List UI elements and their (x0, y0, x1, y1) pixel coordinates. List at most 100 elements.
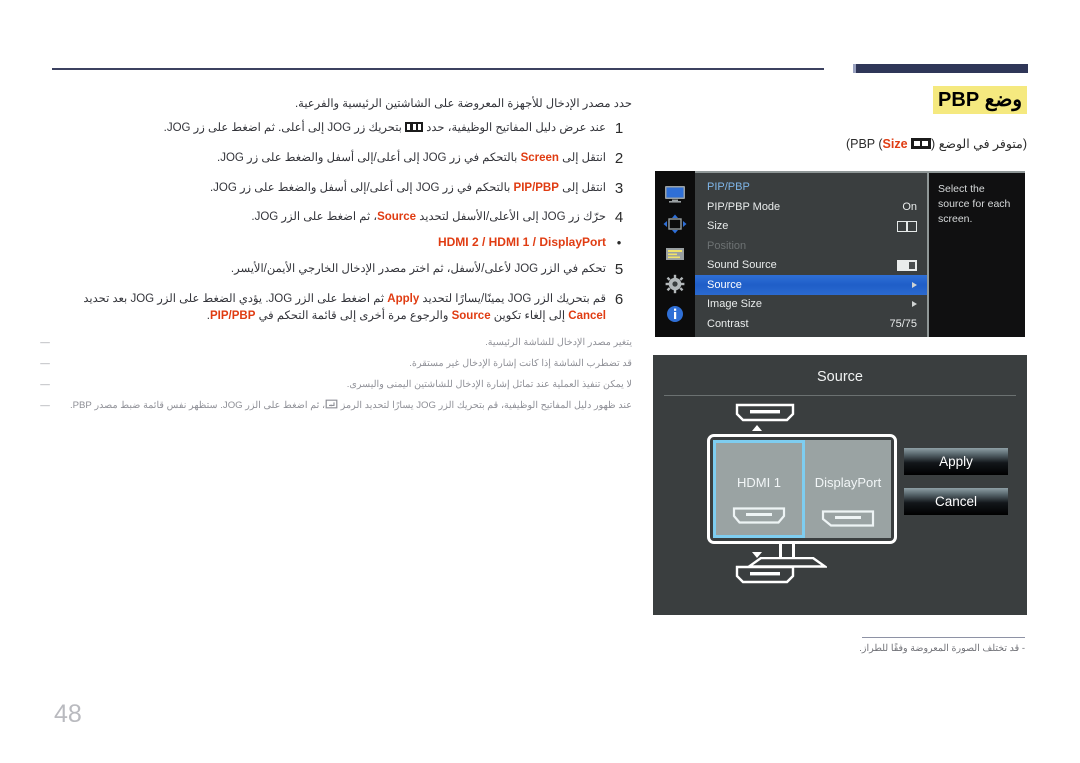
instruction-step: 5 تحكم في الزر JOG لأعلى/لأسفل، ثم اختر … (40, 261, 632, 280)
osd-row-position: Position (695, 236, 927, 256)
source-dialog-title: Source (817, 369, 863, 385)
step-text: حرّك زر JOG إلى الأعلى/الأسفل لتحديد Sou… (40, 209, 606, 226)
step-text-suffix: بالتحكم في زر JOG إلى أعلى/إلى أسفل والض… (217, 151, 521, 164)
osd-row-value: On (902, 200, 917, 213)
instruction-step: 3 انتقل إلى PIP/PBP بالتحكم في زر JOG إل… (40, 180, 632, 199)
step-number: 2 (614, 149, 624, 167)
footnote: يتغير مصدر الإدخال للشاشة الرئيسية. ― (40, 336, 632, 351)
step-text-prefix: انتقل إلى (558, 181, 606, 194)
osd-row-contrast[interactable]: Contrast 75/75 (695, 314, 927, 334)
step-text-prefix: حرّك زر JOG إلى الأعلى/الأسفل لتحديد (416, 211, 606, 224)
pip-pbp-icon[interactable] (663, 214, 687, 234)
osd-row-label: Source (707, 278, 742, 291)
osd-row-size[interactable]: Size (695, 217, 927, 237)
osd-body: PIP/PBP PIP/PBP Mode On Size Position So… (695, 171, 929, 337)
osd-row-image-size[interactable]: Image Size (695, 295, 927, 315)
footnote-text: قد تضطرب الشاشة إذا كانت إشارة الإدخال غ… (409, 358, 632, 370)
step-text-highlight: Source (451, 310, 491, 322)
subtitle-prefix: (متوفر في الوضع PBP ( (850, 137, 1027, 151)
footnote: قد تضطرب الشاشة إذا كانت إشارة الإدخال غ… (40, 357, 632, 372)
osd-row-label: Contrast (707, 317, 749, 330)
information-icon[interactable] (663, 304, 687, 324)
osd-help-text: Select the source for each screen. (929, 171, 1025, 337)
step-number: 1 (614, 120, 624, 137)
step-text-part: قم بتحريك الزر JOG يمينًا/يسارًا لتحديد (419, 292, 606, 305)
instruction-step: 1 عند عرض دليل المفاتيح الوظيفية، حدد بت… (40, 120, 632, 139)
page-title: وضع PBP (933, 86, 1027, 114)
step-text-suffix: بالتحكم في زر JOG إلى أعلى/إلى أسفل والض… (209, 181, 514, 194)
right-column-header: وضع PBP (متوفر في الوضع PBP (Size )) (653, 86, 1027, 155)
footnote: عند ظهور دليل المفاتيح الوظيفية، قم بتحر… (40, 399, 632, 414)
input-down-arrow-icon (752, 552, 762, 558)
step-text-part: ثم اضغط على الزر JOG. يؤدي الضغط على الز… (83, 292, 388, 305)
footnote-text: عند ظهور دليل المفاتيح الوظيفية، قم بتحر… (50, 399, 632, 414)
osd-row-label: Size (707, 220, 729, 233)
source-dialog-note: - قد تختلف الصورة المعروضة وفقًا للطراز. (859, 643, 1025, 654)
source-pane-label: HDMI 1 (736, 474, 782, 490)
chevron-right-icon (912, 281, 917, 288)
footnote-dash: ― (40, 399, 50, 411)
bottom-note-rule (862, 637, 1025, 638)
footnote-dash: ― (40, 358, 50, 370)
step-number: 6 (614, 290, 624, 308)
pbp-size-value-icon (897, 220, 917, 232)
input-up-arrow-icon (752, 425, 762, 431)
footnotes: يتغير مصدر الإدخال للشاشة الرئيسية. ― قد… (40, 336, 632, 413)
source-dialog-buttons: Apply Cancel (904, 448, 1008, 528)
page-number: 48 (54, 700, 82, 728)
displayport-connector-icon (821, 510, 875, 527)
header-rule-left (52, 68, 824, 70)
osd-menu: PIP/PBP PIP/PBP Mode On Size Position So… (655, 171, 1025, 337)
monitor-icon[interactable] (663, 184, 687, 204)
step-text-part: والرجوع مرة أخرى إلى قائمة التحكم في (255, 310, 452, 322)
source-pane-right[interactable]: DisplayPort (805, 440, 891, 538)
chevron-right-icon (912, 301, 917, 308)
source-dialog: Source HDMI 1 DisplayPort Apply Cancel (653, 355, 1027, 615)
step-number: 4 (614, 209, 624, 227)
hdmi-connector-top-icon (735, 403, 795, 422)
sound-source-value-icon (897, 259, 917, 271)
hdmi-connector-bottom-icon (735, 565, 795, 584)
osd-icon-rail (655, 171, 695, 337)
osd-row-value: 75/75 (889, 317, 917, 330)
osd-row-label: PIP/PBP Mode (707, 200, 781, 213)
page-subtitle: (متوفر في الوضع PBP (Size )) (653, 120, 1027, 155)
source-pane-label: DisplayPort (814, 474, 882, 490)
return-arrow-icon (325, 399, 338, 409)
step-text-highlight: PIP/PBP (209, 310, 256, 322)
step-text-prefix: انتقل إلى (558, 151, 606, 164)
step-number: 5 (614, 261, 624, 278)
osd-row-label: Image Size (707, 298, 763, 311)
step-text-highlight: PIP/PBP (513, 181, 559, 194)
pbp-size-glyph-icon (911, 138, 932, 149)
step-text-prefix: عند عرض دليل المفاتيح الوظيفية، حدد (423, 122, 606, 134)
footnote-suffix: ، ثم اضغط على الزر JOG. ستظهر نفس قائمة … (69, 399, 326, 411)
step-text: تحكم في الزر JOG لأعلى/لأسفل، ثم اختر مص… (230, 263, 606, 275)
step-number: 3 (614, 179, 624, 197)
monitor-frame: HDMI 1 DisplayPort (707, 434, 897, 544)
step-text-highlight: Screen (520, 151, 559, 164)
instructions-column: حدد مصدر الإدخال للأجهزة المعروضة على ال… (40, 96, 632, 420)
instruction-step: 4 حرّك زر JOG إلى الأعلى/الأسفل لتحديد S… (40, 209, 632, 228)
footnote-text: لا يمكن تنفيذ العملية عند تماثل إشارة ال… (346, 378, 632, 390)
instruction-step: 2 انتقل إلى Screen بالتحكم في زر JOG إلى… (40, 150, 632, 169)
step-text: انتقل إلى PIP/PBP بالتحكم في زر JOG إلى … (40, 180, 606, 197)
system-gear-icon[interactable] (663, 274, 687, 294)
osd-row-sound-source[interactable]: Sound Source (695, 256, 927, 276)
monitor-stand-neck (779, 544, 795, 558)
step-text: انتقل إلى Screen بالتحكم في زر JOG إلى أ… (40, 150, 606, 167)
osd-row-source[interactable]: Source (695, 275, 927, 295)
monitor-diagram: HDMI 1 DisplayPort (675, 402, 905, 592)
osd-row-pip-pbp-mode[interactable]: PIP/PBP Mode On (695, 197, 927, 217)
onscreen-display-icon[interactable] (663, 244, 687, 264)
apply-button[interactable]: Apply (904, 448, 1008, 475)
instruction-bullet: • HDMI 2 / HDMI 1 / DisplayPort (40, 235, 632, 250)
footnote-text: يتغير مصدر الإدخال للشاشة الرئيسية. (485, 337, 632, 349)
step-text-suffix: ، ثم اضغط على الزر JOG. (251, 211, 378, 224)
cancel-button[interactable]: Cancel (904, 488, 1008, 515)
header-rule-right (853, 64, 1028, 73)
osd-heading: PIP/PBP (707, 181, 750, 193)
source-pane-left[interactable]: HDMI 1 (713, 440, 805, 538)
step-text-part: إلى إلغاء تكوين (490, 310, 569, 322)
hdmi-connector-icon (732, 507, 786, 524)
